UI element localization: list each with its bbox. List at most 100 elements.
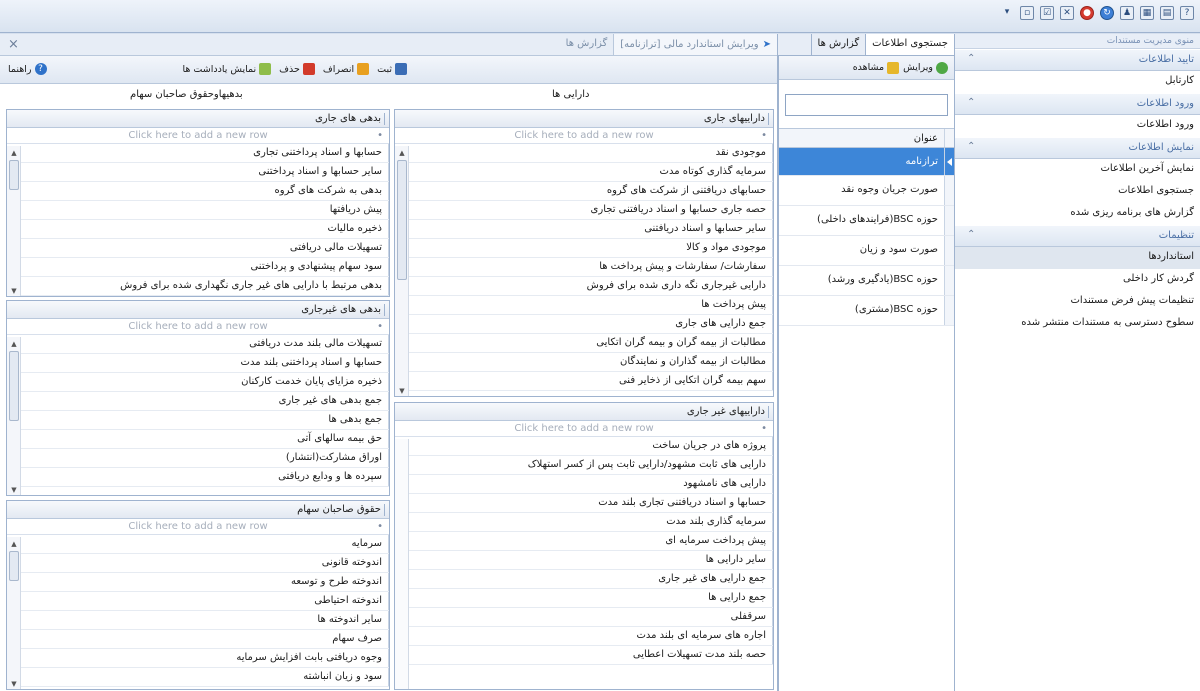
table-row[interactable]: موجودی نقد	[395, 144, 773, 163]
row-cell[interactable]: بدهی مرتبط با دارایی های غیر جاری نگهدار…	[7, 277, 389, 295]
table-row[interactable]: مطالبات از بیمه گذاران و نمایندگان	[395, 353, 773, 372]
stop-icon[interactable]: ●	[1080, 6, 1094, 20]
nav-group-data-entry[interactable]: ورود اطلاعات ⌃	[955, 93, 1200, 115]
list-item[interactable]: حوزه BSC(فرایندهای داخلی)	[779, 206, 954, 236]
table-row[interactable]: صرف سهام	[7, 630, 389, 649]
table-row[interactable]: سود سهام پیشنهادی و پرداختنی	[7, 258, 389, 277]
row-cell[interactable]: ذخیره مزایای پایان خدمت کارکنان	[7, 373, 389, 391]
tab-search[interactable]: جستجوی اطلاعات	[865, 34, 954, 55]
collapse-icon[interactable]: ⌃	[967, 229, 975, 240]
row-cell[interactable]: سود سهام پیشنهادی و پرداختنی	[7, 258, 389, 276]
scroll-thumb[interactable]	[9, 551, 19, 581]
checklist-icon[interactable]: ☑	[1040, 6, 1054, 20]
table-row[interactable]: تسهیلات مالی بلند مدت دریافتی	[7, 335, 389, 354]
row-cell[interactable]: اوراق مشارکت(انتشار)	[7, 449, 389, 467]
scroll-up-icon[interactable]: ▲	[9, 539, 19, 549]
table-row[interactable]: سرمایه	[7, 535, 389, 554]
search-input[interactable]	[785, 94, 948, 116]
row-cell[interactable]: مطالبات از بیمه گذاران و نمایندگان	[395, 353, 773, 371]
table-row[interactable]: جمع دارایی ها	[395, 589, 773, 608]
nav-item-standards[interactable]: استانداردها	[955, 247, 1200, 269]
table-row[interactable]: سود و زیان انباشته	[7, 668, 389, 687]
add-new-row[interactable]: Click here to add a new row •	[7, 319, 389, 335]
list-item[interactable]: ترازنامه	[779, 148, 954, 176]
row-cell[interactable]: سفارشات/ سفارشات و پیش پرداخت ها	[395, 258, 773, 276]
close-icon[interactable]: ×	[8, 37, 19, 52]
add-new-row[interactable]: Click here to add a new row •	[395, 128, 773, 144]
table-row[interactable]: وجوه دریافتی بابت افزایش سرمایه	[7, 649, 389, 668]
row-cell[interactable]: موجودی مواد و کالا	[395, 239, 773, 257]
row-cell[interactable]: تسهیلات مالی بلند مدت دریافتی	[7, 335, 389, 353]
row-cell[interactable]: دارایی های ثابت مشهود/دارایی ثابت پس از …	[395, 456, 773, 474]
table-row[interactable]: جمع دارایی های جاری	[395, 315, 773, 334]
nav-group-approval[interactable]: تایید اطلاعات ⌃	[955, 49, 1200, 71]
scroll-up-icon[interactable]: ▲	[397, 148, 407, 158]
collapse-icon[interactable]: ⌃	[967, 53, 975, 64]
table-row[interactable]: اجاره های سرمایه ای بلند مدت	[395, 627, 773, 646]
scrollbar[interactable]: ▲ ▼	[7, 146, 21, 296]
row-cell[interactable]: حق بیمه سالهای آتی	[7, 430, 389, 448]
row-cell[interactable]: سایر حسابها و اسناد پرداختنی	[7, 163, 389, 181]
scrollbar[interactable]: ▲ ▼	[395, 146, 409, 396]
scroll-thumb[interactable]	[9, 351, 19, 421]
document-icon[interactable]: ▤	[1160, 6, 1174, 20]
add-new-row[interactable]: Click here to add a new row •	[395, 421, 773, 437]
row-cell[interactable]: جمع بدهی ها	[7, 411, 389, 429]
table-row[interactable]: سرمایه گذاری کوتاه مدت	[395, 163, 773, 182]
row-cell[interactable]: جمع دارایی های غیر جاری	[395, 570, 773, 588]
row-cell[interactable]: حسابها و اسناد دریافتنی تجاری بلند مدت	[395, 494, 773, 512]
nav-group-display[interactable]: نمایش اطلاعات ⌃	[955, 137, 1200, 159]
nav-item-access-levels[interactable]: سطوح دسترسی به مستندات منتشر شده	[955, 313, 1200, 335]
row-cell[interactable]: سرمایه	[7, 535, 389, 553]
row-cell[interactable]: صرف سهام	[7, 630, 389, 648]
nav-item-scheduled-reports[interactable]: گزارش های برنامه ریزی شده	[955, 203, 1200, 225]
scroll-down-icon[interactable]: ▼	[9, 286, 19, 296]
row-cell[interactable]: اندوخته طرح و توسعه	[7, 573, 389, 591]
table-row[interactable]: مطالبات از بیمه گران و بیمه گران اتکایی	[395, 334, 773, 353]
row-cell[interactable]: سایر دارایی ها	[395, 551, 773, 569]
tab-edit-standard[interactable]: ➤ ویرایش استاندارد مالی [ترازنامه]	[613, 34, 777, 55]
row-cell[interactable]: حسابها و اسناد پرداختنی بلند مدت	[7, 354, 389, 372]
row-cell[interactable]: سود و زیان انباشته	[7, 668, 389, 686]
row-cell[interactable]: سرقفلی	[395, 608, 773, 626]
table-row[interactable]: جمع بدهی ها	[7, 411, 389, 430]
tab-reports-secondary[interactable]: گزارش ها	[560, 34, 614, 55]
row-cell[interactable]: موجودی نقد	[395, 144, 773, 162]
list-item[interactable]: صورت جریان وجوه نقد	[779, 176, 954, 206]
scrollbar[interactable]: ▲ ▼	[7, 337, 21, 495]
table-row[interactable]: اندوخته قانونی	[7, 554, 389, 573]
calendar-icon[interactable]: ▦	[1140, 6, 1154, 20]
table-row[interactable]: بدهی به شرکت های گروه	[7, 182, 389, 201]
table-row[interactable]: سپرده ها و ودایع دریافتی	[7, 468, 389, 487]
row-cell[interactable]: سپرده ها و ودایع دریافتی	[7, 468, 389, 486]
table-row[interactable]: حصه جاری حسابها و اسناد دریافتنی تجاری	[395, 201, 773, 220]
row-cell[interactable]: سهم بیمه گران اتکایی از ذخایر فنی	[395, 372, 773, 390]
row-cell[interactable]: اندوخته احتیاطی	[7, 592, 389, 610]
table-row[interactable]: اندوخته احتیاطی	[7, 592, 389, 611]
row-cell[interactable]: حسابها و اسناد پرداختنی تجاری	[7, 144, 389, 162]
nav-item-cartable[interactable]: کارتابل	[955, 71, 1200, 93]
row-cell[interactable]: دارایی های نامشهود	[395, 475, 773, 493]
row-cell[interactable]: پیش پرداخت سرمایه ای	[395, 532, 773, 550]
table-row[interactable]: پروژه های در جریان ساخت	[395, 437, 773, 456]
help-icon[interactable]: ?	[1180, 6, 1194, 20]
table-row[interactable]: بدهی مرتبط با دارایی های غیر جاری نگهدار…	[7, 277, 389, 296]
nav-group-settings[interactable]: تنظیمات ⌃	[955, 225, 1200, 247]
table-row[interactable]: ذخیره مزایای پایان خدمت کارکنان	[7, 373, 389, 392]
table-row[interactable]: سهم بیمه گران اتکایی از ذخایر فنی	[395, 372, 773, 391]
row-cell[interactable]: سرمایه گذاری بلند مدت	[395, 513, 773, 531]
row-cell[interactable]: پروژه های در جریان ساخت	[395, 437, 773, 455]
table-row[interactable]: حسابهای دریافتنی از شرکت های گروه	[395, 182, 773, 201]
scroll-down-icon[interactable]: ▼	[397, 386, 407, 396]
help-button[interactable]: ? راهنما	[8, 63, 47, 75]
table-row[interactable]: حسابها و اسناد پرداختنی بلند مدت	[7, 354, 389, 373]
nav-item-data-entry[interactable]: ورود اطلاعات	[955, 115, 1200, 137]
row-cell[interactable]: جمع دارایی های جاری	[395, 315, 773, 333]
table-row[interactable]: سرمایه گذاری بلند مدت	[395, 513, 773, 532]
row-cell[interactable]: حصه جاری حسابها و اسناد دریافتنی تجاری	[395, 201, 773, 219]
table-row[interactable]: موجودی مواد و کالا	[395, 239, 773, 258]
row-cell[interactable]: پیش پرداخت ها	[395, 296, 773, 314]
row-cell[interactable]: سرمایه گذاری کوتاه مدت	[395, 163, 773, 181]
row-cell[interactable]: مطالبات از بیمه گران و بیمه گران اتکایی	[395, 334, 773, 352]
table-row[interactable]: اوراق مشارکت(انتشار)	[7, 449, 389, 468]
